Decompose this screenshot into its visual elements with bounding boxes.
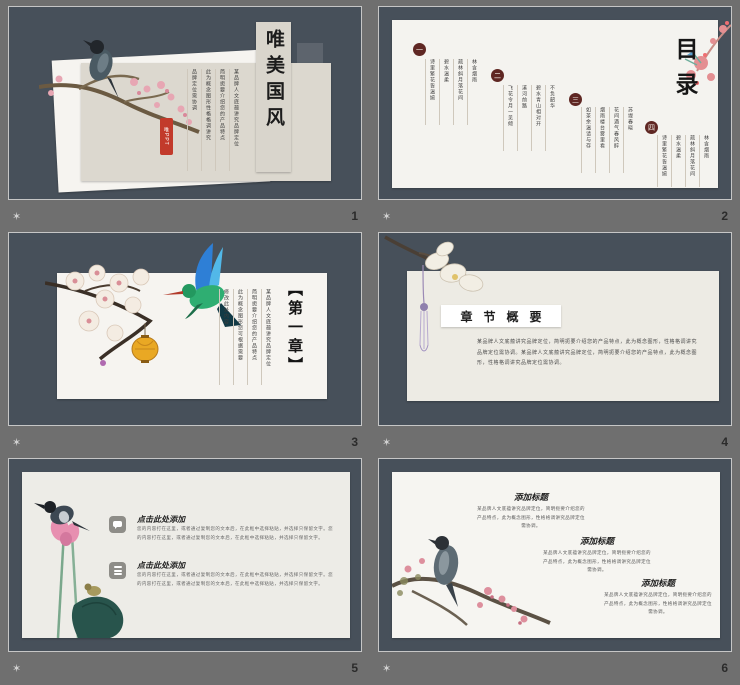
transition-star-icon[interactable]: ✶ (12, 662, 21, 675)
toc-number-2: 二 (491, 69, 504, 82)
slide-cell-1: 唯PPT 某品牌人文底蕴讲究品牌定位 简明扼要介绍您的产品特点 此为概念图形性格… (8, 6, 362, 232)
section-body-text: 某品牌人文底蕴讲究品牌定位，简明扼要介绍您的产品特点，此为概念图形，性格格调讲究… (477, 337, 699, 369)
transition-star-icon[interactable]: ✶ (382, 662, 391, 675)
body-column: 品牌定位需协调 (187, 69, 199, 171)
slide-title: 目录 (667, 37, 701, 107)
item-heading: 点击此处添加 (137, 560, 185, 571)
sorter-footer: ✶ 5 (8, 652, 362, 684)
toc-entry: 诗里繁花皆温婉 (425, 59, 437, 125)
toc-entry: 碧水温柔 (671, 135, 683, 187)
toc-entry: 苏堤春晓 (623, 107, 635, 173)
toc-group-3: 苏堤春晓 花间酒气春风醉 烟雨楼台雾里看 如茶余温请与存 (579, 107, 635, 173)
body-column: 某品牌人文底蕴讲究品牌定位 (229, 69, 241, 171)
toc-numeral: 三 (572, 95, 579, 105)
block-body: 某品牌人文底蕴讲究品牌定位，简明扼要介绍您的产品特点，此为概念图形，性格格调讲究… (475, 506, 587, 532)
toc-group-1: 林含烟雨 疏林斜月落花间 碧水温柔 诗里繁花皆温婉 (423, 59, 479, 125)
block-body: 某品牌人文底蕴讲究品牌定位，简明扼要介绍您的产品特点，此为概念图形，性格格调讲究… (541, 550, 653, 576)
toc-entry: 疏林斜月落花间 (453, 59, 465, 125)
body-column: 此为概念图形性格格调讲究 (201, 69, 213, 171)
body-column: 简明扼要介绍您的产品特点 (247, 289, 259, 385)
transition-star-icon[interactable]: ✶ (382, 436, 391, 449)
slide-number: 5 (351, 661, 358, 675)
toc-entry: 不负韶华 (545, 85, 557, 151)
slide-cell-5: 点击此处添加 您的内容打在这里，或者通过复制您的文本后，在此框中选择粘贴，并选择… (8, 458, 362, 684)
seal-text: 唯PPT (163, 127, 170, 146)
sorter-footer: ✶ 6 (378, 652, 732, 684)
item-body: 您的内容打在这里，或者通过复制您的文本后，在此框中选择粘贴，并选择只保留文字。您… (137, 526, 333, 543)
toc-entry: 如茶余温请与存 (581, 107, 593, 173)
title-block-2: 添加标题 某品牌人文底蕴讲究品牌定位，简明扼要介绍您的产品特点，此为概念图形，性… (541, 535, 653, 576)
sorter-footer: ✶ 4 (378, 426, 732, 458)
item-body: 您的内容打在这里，或者通过复制您的文本后，在此框中选择粘贴，并选择只保留文字。您… (137, 572, 333, 589)
slide-cell-4: 章节概要 某品牌人文底蕴讲究品牌定位，简明扼要介绍您的产品特点，此为概念图形，性… (378, 232, 732, 458)
slide-title: 唯美国风 (261, 29, 288, 133)
toc-entry: 碧水青山相对开 (531, 85, 543, 151)
sorter-footer: ✶ 3 (8, 426, 362, 458)
slide-thumbnail-6[interactable]: 添加标题 某品牌人文底蕴讲究品牌定位，简明扼要介绍您的产品特点，此为概念图形，性… (378, 458, 732, 652)
slide-cell-3: 某品牌人文底蕴讲究品牌定位 简明扼要介绍您的产品特点 此为概念图形您可根据需要 … (8, 232, 362, 458)
body-column: 某品牌人文底蕴讲究品牌定位 (261, 289, 273, 385)
ink-bird-branch-illustration (392, 531, 552, 638)
toc-entry: 烟雨楼台雾里看 (595, 107, 607, 173)
toc-entry: 疏林斜月落花间 (685, 135, 697, 187)
slide-thumbnail-3[interactable]: 某品牌人文底蕴讲究品牌定位 简明扼要介绍您的产品特点 此为概念图形您可根据需要 … (8, 232, 362, 426)
slide-cell-2: 目录 一 林含烟雨 疏林斜月落花间 碧水温柔 诗里繁花皆温婉 二 不负韶华 碧水… (378, 6, 732, 232)
block-heading: 添加标题 (475, 491, 587, 503)
layer-stack-icon (109, 562, 126, 579)
toc-group-4: 林含烟雨 疏林斜月落花间 碧水温柔 诗里繁花皆温婉 (655, 135, 711, 187)
slide-thumbnail-5[interactable]: 点击此处添加 您的内容打在这里，或者通过复制您的文本后，在此框中选择粘贴，并选择… (8, 458, 362, 652)
body-vertical-text: 某品牌人文底蕴讲究品牌定位 简明扼要介绍您的产品特点 此为概念图形您可根据需要 … (217, 289, 273, 385)
slide-number: 2 (721, 209, 728, 223)
item-heading: 点击此处添加 (137, 514, 185, 525)
slide-number: 6 (721, 661, 728, 675)
toc-entry: 林含烟雨 (699, 135, 711, 187)
transition-star-icon[interactable]: ✶ (382, 210, 391, 223)
toc-numeral: 四 (648, 123, 655, 133)
seal-stamp: 唯PPT (160, 118, 173, 155)
block-heading: 添加标题 (541, 535, 653, 547)
toc-numeral: 一 (416, 45, 423, 55)
transition-star-icon[interactable]: ✶ (12, 210, 21, 223)
body-column: 简明扼要介绍您的产品特点 (215, 69, 227, 171)
toc-entry: 诗里繁花皆温婉 (657, 135, 669, 187)
slide-title: 【第一章】 (285, 281, 306, 393)
slide-cell-6: 添加标题 某品牌人文底蕴讲究品牌定位，简明扼要介绍您的产品特点，此为概念图形，性… (378, 458, 732, 684)
section-title: 章节概要 (449, 308, 552, 325)
slide-thumbnail-4[interactable]: 章节概要 某品牌人文底蕴讲究品牌定位，简明扼要介绍您的产品特点，此为概念图形，性… (378, 232, 732, 426)
section-title-bar: 章节概要 (441, 305, 561, 327)
slide-thumbnail-2[interactable]: 目录 一 林含烟雨 疏林斜月落花间 碧水温柔 诗里繁花皆温婉 二 不负韶华 碧水… (378, 6, 732, 200)
toc-number-4: 四 (645, 121, 658, 134)
title-block-1: 添加标题 某品牌人文底蕴讲究品牌定位，简明扼要介绍您的产品特点，此为概念图形，性… (475, 491, 587, 532)
sorter-footer: ✶ 2 (378, 200, 732, 232)
speech-bubble-icon (109, 516, 126, 533)
body-column: 修改此处内容 (219, 289, 231, 385)
toc-entry: 溪河前路 (517, 85, 529, 151)
toc-number-3: 三 (569, 93, 582, 106)
toc-entry: 林含烟雨 (467, 59, 479, 125)
slide-sorter-view: 唯PPT 某品牌人文底蕴讲究品牌定位 简明扼要介绍您的产品特点 此为概念图形性格… (0, 0, 740, 685)
toc-group-2: 不负韶华 碧水青山相对开 溪河前路 飞花令月一见倾 (501, 85, 557, 151)
toc-entry: 碧水温柔 (439, 59, 451, 125)
body-vertical-text: 某品牌人文底蕴讲究品牌定位 简明扼要介绍您的产品特点 此为概念图形性格格调讲究 … (185, 69, 241, 171)
transition-star-icon[interactable]: ✶ (12, 436, 21, 449)
toc-entry: 飞花令月一见倾 (503, 85, 515, 151)
toc-number-1: 一 (413, 43, 426, 56)
sorter-footer: ✶ 1 (8, 200, 362, 232)
body-column: 此为概念图形您可根据需要 (233, 289, 245, 385)
slide-number: 1 (351, 209, 358, 223)
block-body: 某品牌人文底蕴讲究品牌定位，简明扼要介绍您的产品特点，此为概念图形，性格格调讲究… (603, 592, 713, 618)
block-heading: 添加标题 (603, 577, 713, 589)
slide-number: 4 (721, 435, 728, 449)
toc-entry: 花间酒气春风醉 (609, 107, 621, 173)
toc-numeral: 二 (494, 71, 501, 81)
slide-thumbnail-1[interactable]: 唯PPT 某品牌人文底蕴讲究品牌定位 简明扼要介绍您的产品特点 此为概念图形性格… (8, 6, 362, 200)
slide-number: 3 (351, 435, 358, 449)
title-block-3: 添加标题 某品牌人文底蕴讲究品牌定位，简明扼要介绍您的产品特点，此为概念图形，性… (603, 577, 713, 618)
